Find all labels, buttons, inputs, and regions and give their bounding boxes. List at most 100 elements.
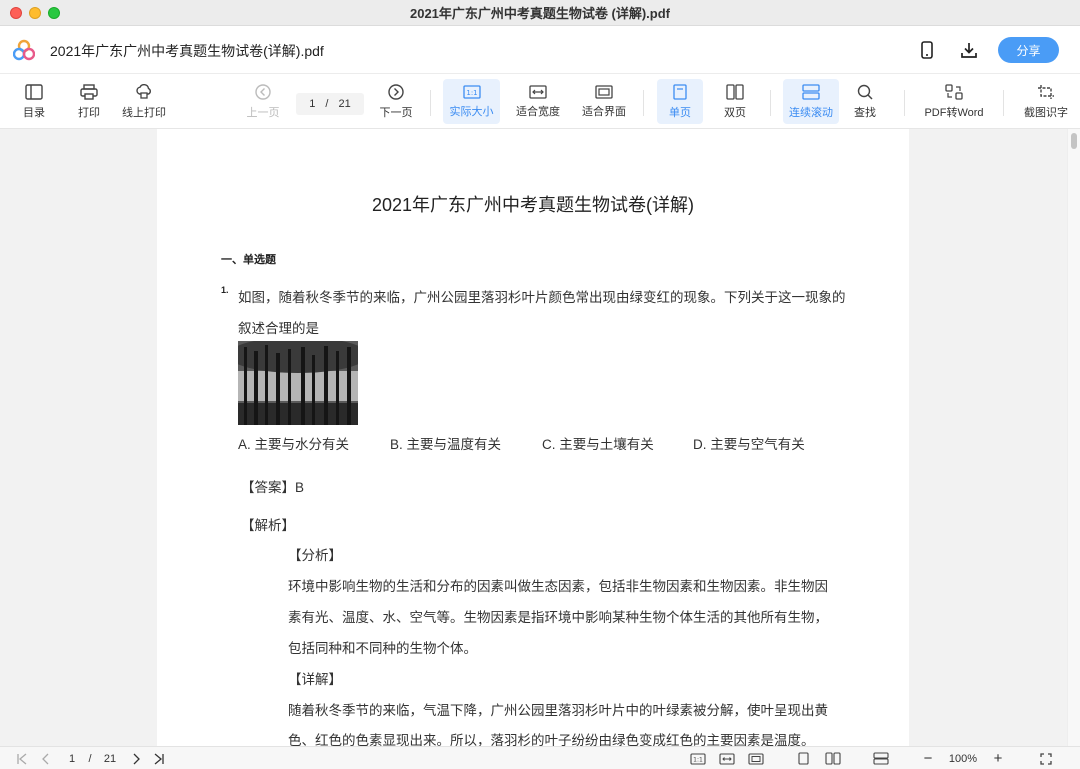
forest-image: [238, 341, 358, 425]
double-page-icon: [726, 83, 744, 100]
sidebar-icon: [25, 83, 43, 100]
zoom-in-button[interactable]: +: [990, 750, 1006, 767]
option-d: D. 主要与空气有关: [693, 437, 805, 452]
close-window-button[interactable]: [10, 7, 22, 19]
download-icon: [961, 43, 977, 58]
option-a: A. 主要与水分有关: [238, 437, 350, 452]
zoom-level[interactable]: 100%: [944, 751, 982, 766]
xiangjie-line-1: 随着秋冬季节的来临，气温下降，广州公园里落羽杉叶片中的叶绿素被分解，使叶呈现出黄: [288, 703, 828, 718]
status-actual-size-glyph: 1:1: [693, 756, 703, 763]
status-actual-size-button[interactable]: 1:1: [689, 751, 707, 766]
actual-size-label: 实际大小: [449, 105, 494, 118]
print-label: 打印: [78, 106, 100, 119]
actual-size-icon: 1:1: [462, 84, 481, 99]
status-bar: 1 / 21 1:1 − 100% +: [0, 746, 1080, 769]
fenxi-line-2: 素有光、温度、水、空气等。生物因素是指环境中影响某种生物个体生活的其他所有生物，: [288, 610, 828, 625]
first-page-button[interactable]: [14, 751, 30, 766]
prev-page-small-button[interactable]: [38, 751, 54, 766]
answer-line: 【答案】B: [241, 476, 304, 496]
crop-icon: [1038, 84, 1054, 99]
fenxi-label: 【分析】: [288, 548, 342, 563]
status-total-pages: 21: [103, 752, 117, 765]
toolbar-divider: [430, 90, 431, 116]
first-page-icon: [17, 753, 27, 764]
document-title: 2021年广东广州中考真题生物试卷(详解).pdf: [50, 43, 324, 59]
toolbar-divider: [1003, 90, 1004, 116]
status-current-page[interactable]: 1: [64, 751, 80, 766]
continuous-scroll-button[interactable]: 连续滚动: [783, 79, 839, 124]
chevron-left-circle-icon: [255, 83, 271, 100]
status-double-page-button[interactable]: [824, 751, 842, 766]
toolbar-divider: [643, 90, 644, 116]
double-page-label: 双页: [724, 106, 746, 119]
fullscreen-button[interactable]: [1038, 751, 1054, 766]
title-bar: 2021年广东广州中考真题生物试卷 (详解).pdf: [0, 0, 1080, 26]
option-c: C. 主要与土壤有关: [542, 437, 654, 452]
fit-page-button[interactable]: 适合界面: [577, 79, 631, 124]
find-button[interactable]: 查找: [845, 79, 885, 124]
fit-width-button[interactable]: 适合宽度: [511, 79, 565, 124]
page-number-input[interactable]: 1 / 21: [296, 93, 364, 115]
fit-width-label: 适合宽度: [516, 105, 560, 118]
fit-page-icon: [748, 752, 764, 765]
minimize-window-button[interactable]: [29, 7, 41, 19]
last-page-icon: [154, 753, 164, 764]
question-number: 1.: [221, 285, 229, 295]
ocr-button[interactable]: 截图识字: [1017, 79, 1075, 124]
fit-page-label: 适合界面: [582, 105, 626, 118]
document-viewer[interactable]: 2021年广东广州中考真题生物试卷(详解) 一、单选题 1. 如图，随着秋冬季节…: [0, 129, 1080, 746]
status-single-page-button[interactable]: [795, 751, 811, 766]
pdf-to-word-label: PDF转Word: [924, 106, 984, 119]
print-button[interactable]: 打印: [69, 79, 109, 124]
page-separator: /: [325, 98, 329, 110]
online-print-label: 线上打印: [122, 106, 166, 119]
prev-page-label: 上一页: [246, 106, 280, 119]
question-text-line-2: 叙述合理的是: [238, 321, 319, 336]
next-page-small-button[interactable]: [128, 751, 144, 766]
ocr-label: 截图识字: [1024, 106, 1068, 119]
convert-icon: [945, 83, 963, 100]
single-page-button[interactable]: 单页: [657, 79, 703, 124]
find-label: 查找: [854, 106, 876, 119]
window-title: 2021年广东广州中考真题生物试卷 (详解).pdf: [409, 6, 670, 21]
toolbar-divider: [770, 90, 771, 116]
status-continuous-scroll-button[interactable]: [872, 751, 890, 766]
maximize-window-button[interactable]: [48, 7, 60, 19]
total-pages: 21: [338, 98, 351, 110]
section-heading: 一、单选题: [221, 254, 276, 266]
scrollbar-thumb[interactable]: [1071, 133, 1077, 149]
download-button[interactable]: [957, 38, 981, 62]
double-page-button[interactable]: 双页: [713, 79, 757, 124]
last-page-button[interactable]: [151, 751, 167, 766]
toc-button[interactable]: 目录: [14, 79, 54, 124]
pdf-to-word-button[interactable]: PDF转Word: [919, 79, 989, 124]
vertical-scrollbar[interactable]: [1067, 129, 1080, 746]
single-page-icon: [673, 83, 687, 100]
status-fit-page-button[interactable]: [747, 751, 765, 766]
fit-page-icon: [595, 84, 613, 99]
continuous-scroll-icon: [802, 83, 820, 100]
window-controls: [10, 7, 60, 19]
phone-icon: [921, 41, 933, 59]
chevron-left-icon: [42, 753, 49, 764]
mobile-view-button[interactable]: [915, 38, 939, 62]
next-page-button[interactable]: 下一页: [376, 79, 416, 124]
actual-size-glyph: 1:1: [466, 89, 477, 97]
toc-label: 目录: [23, 106, 45, 119]
double-page-icon: [825, 752, 841, 765]
fullscreen-icon: [1040, 752, 1052, 765]
app-header: 2021年广东广州中考真题生物试卷(详解).pdf 分享: [0, 26, 1080, 74]
fenxi-line-1: 环境中影响生物的生活和分布的因素叫做生态因素，包括非生物因素和生物因素。非生物因: [288, 579, 828, 594]
app-logo-icon: [13, 39, 35, 61]
forest-photo: [238, 341, 358, 425]
online-print-button[interactable]: 线上打印: [117, 79, 171, 124]
fit-width-icon: [719, 752, 735, 765]
status-fit-width-button[interactable]: [718, 751, 736, 766]
question-text-line-1: 如图，随着秋冬季节的来临，广州公园里落羽杉叶片颜色常出现由绿变红的现象。下列关于…: [238, 290, 846, 305]
zoom-out-button[interactable]: −: [920, 750, 936, 767]
continuous-scroll-icon: [873, 752, 889, 765]
current-page: 1: [309, 98, 316, 110]
prev-page-button[interactable]: 上一页: [243, 79, 283, 124]
share-button[interactable]: 分享: [998, 37, 1059, 63]
actual-size-button[interactable]: 1:1 实际大小: [443, 79, 500, 124]
